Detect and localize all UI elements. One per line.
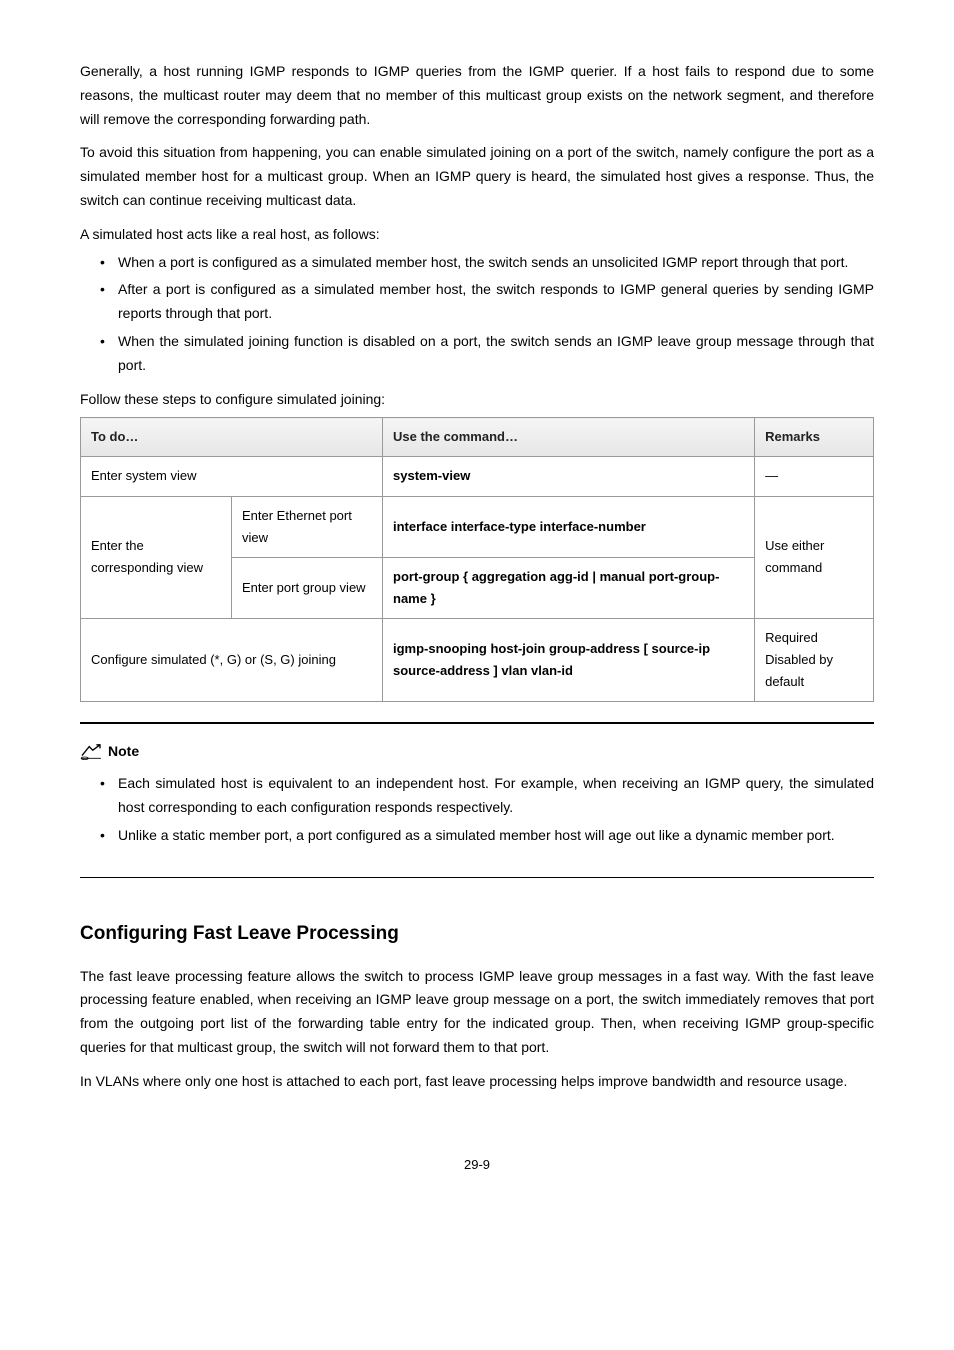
table-cell: Use either command	[755, 496, 874, 618]
paragraph: The fast leave processing feature allows…	[80, 965, 874, 1060]
table-cell: igmp-snooping host-join group-address [ …	[383, 618, 755, 701]
table-cell: system-view	[383, 457, 755, 496]
table-cell: interface interface-type interface-numbe…	[383, 496, 755, 557]
table-row: Enter the corresponding view Enter Ether…	[81, 496, 874, 557]
table-row: Enter system view system-view —	[81, 457, 874, 496]
table-header: To do…	[81, 418, 383, 457]
list-item: When the simulated joining function is d…	[100, 330, 874, 378]
paragraph: Follow these steps to configure simulate…	[80, 388, 874, 412]
note-icon	[80, 743, 102, 761]
table-cell: port-group { aggregation agg-id | manual…	[383, 557, 755, 618]
table-row: Configure simulated (*, G) or (S, G) joi…	[81, 618, 874, 701]
table-cell: Configure simulated (*, G) or (S, G) joi…	[81, 618, 383, 701]
note-box: Note Each simulated host is equivalent t…	[80, 723, 874, 878]
note-list: Each simulated host is equivalent to an …	[80, 772, 874, 847]
paragraph: Generally, a host running IGMP responds …	[80, 60, 874, 131]
page-number: 29-9	[80, 1154, 874, 1176]
list-item: Unlike a static member port, a port conf…	[100, 824, 874, 848]
table-header: Remarks	[755, 418, 874, 457]
paragraph: To avoid this situation from happening, …	[80, 141, 874, 212]
paragraph: In VLANs where only one host is attached…	[80, 1070, 874, 1094]
table-cell: Enter system view	[81, 457, 383, 496]
bullet-list: When a port is configured as a simulated…	[80, 251, 874, 378]
table-cell: Enter the corresponding view	[81, 496, 232, 618]
table-cell: Enter port group view	[232, 557, 383, 618]
config-table: To do… Use the command… Remarks Enter sy…	[80, 417, 874, 702]
table-cell: Enter Ethernet port view	[232, 496, 383, 557]
section-heading: Configuring Fast Leave Processing	[80, 918, 874, 950]
note-label: Note	[108, 740, 139, 764]
list-item: When a port is configured as a simulated…	[100, 251, 874, 275]
paragraph: A simulated host acts like a real host, …	[80, 223, 874, 247]
table-cell: Required Disabled by default	[755, 618, 874, 701]
table-header: Use the command…	[383, 418, 755, 457]
list-item: After a port is configured as a simulate…	[100, 278, 874, 326]
table-cell: —	[755, 457, 874, 496]
list-item: Each simulated host is equivalent to an …	[100, 772, 874, 820]
